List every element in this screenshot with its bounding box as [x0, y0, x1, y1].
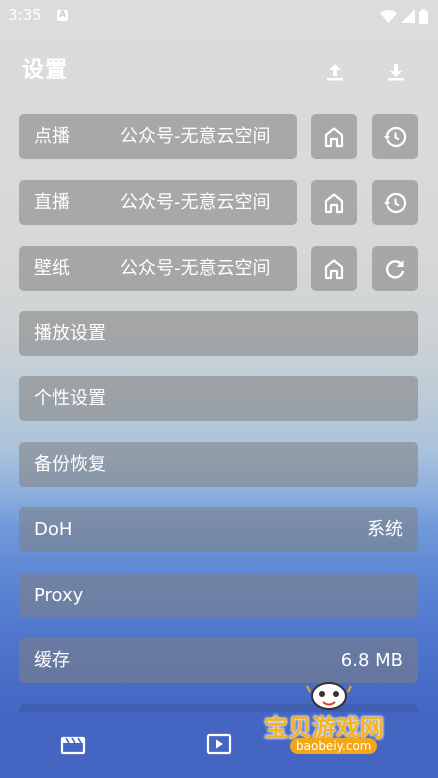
source-label: 壁纸 — [34, 258, 70, 279]
upload-button[interactable] — [321, 58, 349, 86]
page-title: 设置 — [22, 58, 69, 83]
doh-row[interactable]: DoH 系统 — [19, 507, 418, 552]
setting-value: 6.8 MB — [340, 650, 403, 671]
history-icon — [384, 126, 407, 147]
status-bar: 3:35 A — [0, 0, 438, 32]
refresh-icon — [385, 259, 405, 279]
proxy-row[interactable]: Proxy — [19, 573, 418, 618]
live-home-button[interactable] — [311, 180, 357, 225]
nav-movies-button[interactable] — [59, 732, 87, 756]
source-label: 直播 — [34, 192, 70, 213]
wallpaper-refresh-button[interactable] — [372, 246, 418, 291]
status-icons — [380, 7, 428, 25]
upload-icon — [327, 64, 343, 81]
backup-restore-row[interactable]: 备份恢复 — [19, 442, 418, 487]
source-value: 公众号-无意云空间 — [120, 192, 271, 213]
watermark: 宝贝游戏网 baobeiy.com — [256, 680, 426, 762]
nav-play-button[interactable] — [205, 732, 233, 756]
setting-label: 缓存 — [34, 650, 70, 671]
home-icon — [324, 258, 344, 279]
wifi-icon — [380, 9, 397, 23]
setting-label: 个性设置 — [34, 388, 106, 409]
battery-icon — [419, 8, 428, 24]
setting-label: 备份恢复 — [34, 454, 106, 475]
cache-row[interactable]: 缓存 6.8 MB — [19, 638, 418, 683]
download-icon — [388, 64, 404, 81]
source-value: 公众号-无意云空间 — [120, 126, 271, 147]
signal-icon — [401, 9, 415, 23]
personalization-row[interactable]: 个性设置 — [19, 376, 418, 421]
a-icon: A — [57, 10, 68, 21]
clapperboard-icon — [60, 736, 86, 755]
source-label: 点播 — [34, 126, 70, 147]
source-row-wallpaper[interactable]: 壁纸 公众号-无意云空间 — [19, 246, 297, 291]
setting-label: DoH — [34, 519, 73, 540]
watermark-url: baobeiy.com — [290, 738, 378, 754]
wallpaper-home-button[interactable] — [311, 246, 357, 291]
live-history-button[interactable] — [372, 180, 418, 225]
setting-label: Proxy — [34, 585, 84, 606]
vod-home-button[interactable] — [311, 114, 357, 159]
play-icon — [206, 733, 232, 755]
setting-label: 播放设置 — [34, 323, 106, 344]
home-icon — [324, 126, 344, 147]
source-row-live[interactable]: 直播 公众号-无意云空间 — [19, 180, 297, 225]
vod-history-button[interactable] — [372, 114, 418, 159]
status-time: 3:35 — [8, 6, 42, 24]
source-value: 公众号-无意云空间 — [120, 258, 271, 279]
setting-value: 系统 — [367, 519, 403, 540]
source-row-vod[interactable]: 点播 公众号-无意云空间 — [19, 114, 297, 159]
history-icon — [384, 192, 407, 213]
playback-settings-row[interactable]: 播放设置 — [19, 311, 418, 356]
home-icon — [324, 192, 344, 213]
download-button[interactable] — [382, 58, 410, 86]
